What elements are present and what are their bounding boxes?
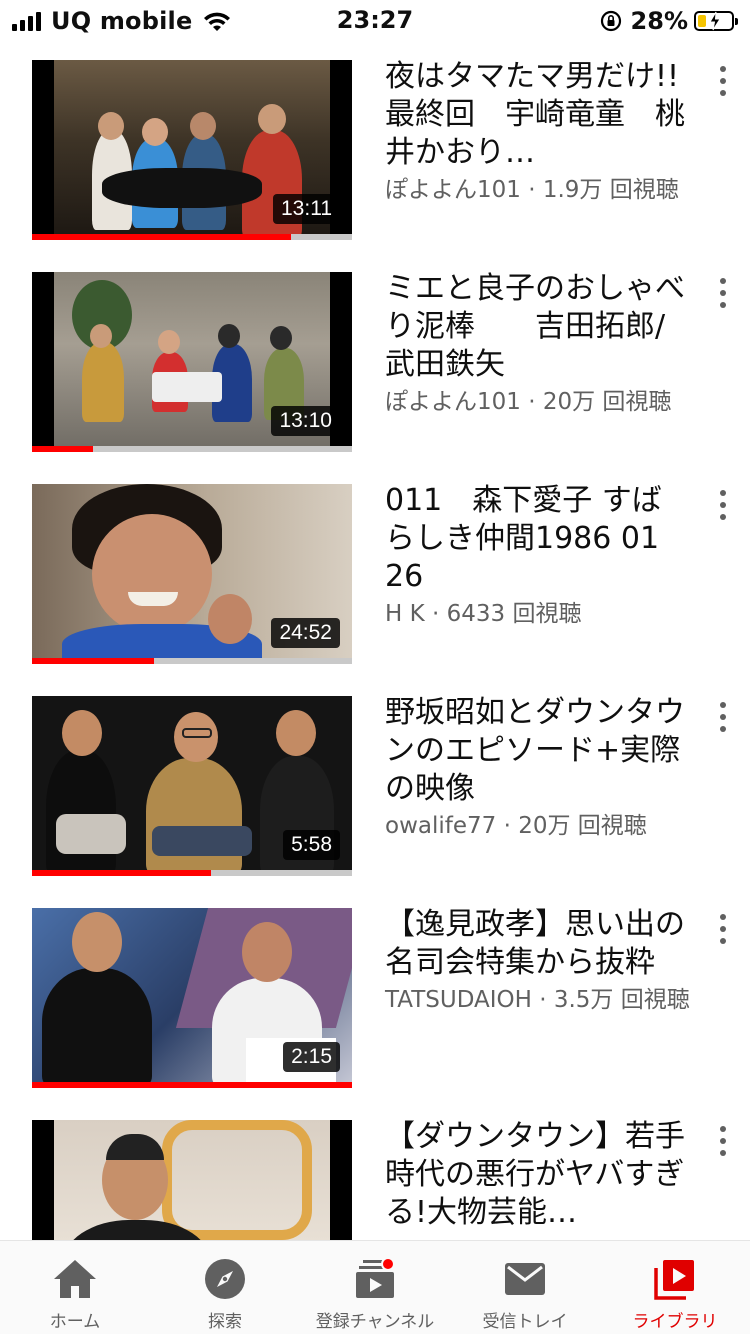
- nav-inbox[interactable]: 受信トレイ: [450, 1241, 600, 1334]
- video-thumbnail[interactable]: [32, 1120, 352, 1240]
- video-thumbnail[interactable]: 24:52: [32, 484, 352, 664]
- video-item[interactable]: 13:11 夜はタマたマ男だけ!! 最終回 宇崎竜童 桃井かおり… ぽよよん10…: [0, 40, 750, 252]
- video-title[interactable]: ミエと良子のおしゃべり泥棒 吉田拓郎/武田鉄矢: [385, 270, 685, 384]
- video-duration: 5:58: [283, 830, 340, 860]
- nav-label: 登録チャンネル: [315, 1312, 435, 1332]
- status-bar: UQ mobile 23:27 28%: [0, 0, 750, 40]
- notification-badge: [381, 1257, 395, 1271]
- watch-progress-bar: [32, 870, 352, 876]
- video-duration: 13:11: [273, 194, 340, 224]
- charging-bolt-icon: [709, 11, 721, 31]
- video-channel-views: H K · 6433 回視聴: [385, 601, 582, 627]
- watch-progress-bar: [32, 234, 352, 240]
- video-channel-views: owalife77 · 20万 回視聴: [385, 813, 647, 839]
- mail-icon: [505, 1263, 545, 1295]
- nav-home[interactable]: ホーム: [0, 1241, 150, 1334]
- video-item[interactable]: 13:10 ミエと良子のおしゃべり泥棒 吉田拓郎/武田鉄矢 ぽよよん101 · …: [0, 252, 750, 464]
- video-duration: 24:52: [271, 618, 340, 648]
- video-thumbnail[interactable]: 5:58: [32, 696, 352, 876]
- nav-subscriptions[interactable]: 登録チャンネル: [300, 1241, 450, 1334]
- more-options-icon[interactable]: [718, 278, 728, 308]
- battery-icon: [694, 11, 738, 31]
- video-thumbnail[interactable]: 13:11: [32, 60, 352, 240]
- nav-label: 探索: [208, 1312, 242, 1332]
- video-title[interactable]: 【ダウンタウン】若手時代の悪行がヤバすぎる!大物芸能…: [385, 1118, 685, 1232]
- nav-label: ホーム: [49, 1312, 101, 1332]
- watch-progress-bar: [32, 1082, 352, 1088]
- home-icon: [54, 1260, 96, 1298]
- video-title[interactable]: 夜はタマたマ男だけ!! 最終回 宇崎竜童 桃井かおり…: [385, 58, 685, 172]
- compass-icon: [205, 1259, 245, 1299]
- nav-explore[interactable]: 探索: [150, 1241, 300, 1334]
- bottom-navigation: ホーム 探索 登録チャンネル 受信トレイ ライブラリ: [0, 1240, 750, 1334]
- video-title[interactable]: 011 森下愛子 すばらしき仲間1986 01 26: [385, 482, 685, 596]
- watch-progress-bar: [32, 446, 352, 452]
- video-channel-views: ぽよよん101 · 1.9万 回視聴: [385, 177, 679, 203]
- more-options-icon[interactable]: [718, 702, 728, 732]
- watch-progress-bar: [32, 658, 352, 664]
- nav-library[interactable]: ライブラリ: [600, 1241, 750, 1334]
- more-options-icon[interactable]: [718, 914, 728, 944]
- video-item[interactable]: 【ダウンタウン】若手時代の悪行がヤバすぎる!大物芸能…: [0, 1100, 750, 1240]
- video-title[interactable]: 野坂昭如とダウンタウンのエピソード+実際の映像: [385, 694, 685, 808]
- video-channel-views: TATSUDAIOH · 3.5万 回視聴: [385, 987, 690, 1013]
- library-icon: [654, 1260, 694, 1300]
- nav-label: ライブラリ: [632, 1312, 718, 1332]
- video-item[interactable]: 2:15 【逸見政孝】思い出の名司会特集から抜粋 TATSUDAIOH · 3.…: [0, 888, 750, 1100]
- video-duration: 2:15: [283, 1042, 340, 1072]
- video-duration: 13:10: [271, 406, 340, 436]
- rotation-lock-icon: [600, 10, 621, 32]
- video-channel-views: ぽよよん101 · 20万 回視聴: [385, 389, 672, 415]
- video-item[interactable]: 5:58 野坂昭如とダウンタウンのエピソード+実際の映像 owalife77 ·…: [0, 676, 750, 888]
- nav-label: 受信トレイ: [482, 1312, 568, 1332]
- video-item[interactable]: 24:52 011 森下愛子 すばらしき仲間1986 01 26 H K · 6…: [0, 464, 750, 676]
- video-title[interactable]: 【逸見政孝】思い出の名司会特集から抜粋: [385, 906, 685, 982]
- video-list[interactable]: 13:11 夜はタマたマ男だけ!! 最終回 宇崎竜童 桃井かおり… ぽよよん10…: [0, 40, 750, 1240]
- more-options-icon[interactable]: [718, 490, 728, 520]
- more-options-icon[interactable]: [718, 66, 728, 96]
- video-thumbnail[interactable]: 13:10: [32, 272, 352, 452]
- battery-percent: 28%: [630, 7, 688, 35]
- video-thumbnail[interactable]: 2:15: [32, 908, 352, 1088]
- more-options-icon[interactable]: [718, 1126, 728, 1156]
